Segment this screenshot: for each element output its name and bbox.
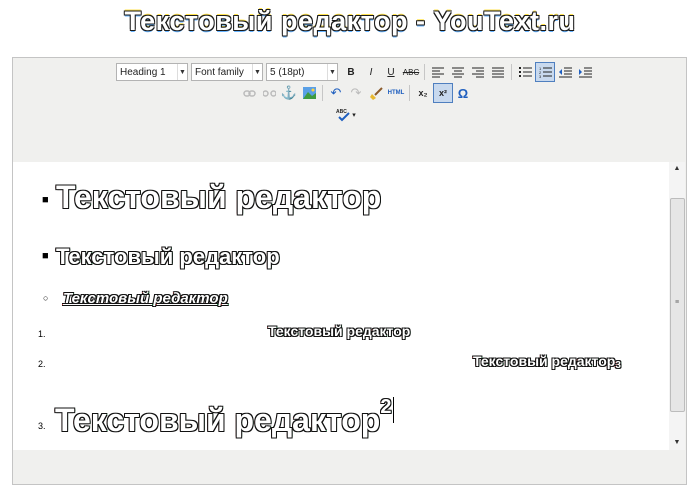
underline-button[interactable]: U [381,62,401,82]
bullet-marker: ○ [43,293,49,303]
subscript-text: 3 [615,360,621,371]
text-caret [393,397,395,423]
indent-icon [578,67,592,77]
align-left-icon [432,67,444,77]
font-size-select[interactable]: 5 (18pt) ▼ [266,63,338,81]
anchor-button[interactable]: ⚓ [279,83,299,103]
list-number: 3. [38,421,46,431]
cleanup-button[interactable] [366,83,386,103]
align-center-icon [452,67,464,77]
editor-statusbar [13,450,686,484]
bold-button[interactable]: B [341,62,361,82]
outdent-icon [558,67,572,77]
list-item: Текстовый редактор3 [473,353,621,371]
list-item: Текстовый редактор [56,179,382,215]
list-item: Текстовый редактор [268,323,411,339]
subscript-button[interactable]: x₂ [413,83,433,103]
toolbar-separator [409,85,410,101]
strikethrough-button[interactable]: ABC [401,62,421,82]
special-char-button[interactable]: Ω [453,83,473,103]
redo-icon: ↷ [350,85,362,100]
editor-content-area[interactable]: ■ Текстовый редактор ■ Текстовый редакто… [13,162,669,450]
broom-icon [369,86,383,100]
rich-text-editor: Heading 1 ▼ Font family ▼ 5 (18pt) ▼ B I… [12,57,687,485]
list-item-text: Текстовый редактор [473,353,616,369]
subscript-icon: x₂ [418,88,428,98]
bullet-list-icon [518,66,532,77]
chevron-down-icon: ▼ [327,64,337,80]
list-item-text: Текстовый редактор [55,402,381,438]
bullet-marker: ■ [42,250,49,262]
italic-icon: I [369,66,373,78]
toolbar-separator [322,85,323,101]
list-item: Текстовый редактор [56,244,280,269]
html-icon: HTML [387,90,405,96]
format-select[interactable]: Heading 1 ▼ [116,63,188,81]
undo-button[interactable]: ↶ [326,83,346,103]
scrollbar-thumb[interactable]: ≡ [670,198,685,412]
toolbar-row-3: ABC ▾ [336,105,358,125]
list-number: 2. [38,359,46,369]
spellcheck-button[interactable]: ABC [336,105,350,125]
numbered-list-icon: 123 [539,67,552,78]
superscript-icon: x² [438,88,447,98]
align-left-button[interactable] [428,62,448,82]
align-justify-button[interactable] [488,62,508,82]
align-justify-icon [492,67,504,77]
toolbar-row-1: Heading 1 ▼ Font family ▼ 5 (18pt) ▼ B I… [116,62,595,82]
format-select-value: Heading 1 [120,66,166,78]
spellcheck-icon: ABC [336,109,350,122]
align-right-button[interactable] [468,62,488,82]
redo-button[interactable]: ↷ [346,83,366,103]
superscript-text: 2 [380,396,392,418]
scroll-down-arrow-icon[interactable]: ▼ [669,436,685,450]
vertical-scrollbar[interactable]: ▲ ≡ ▼ [669,162,685,450]
link-button[interactable] [239,83,259,103]
insert-image-button[interactable] [299,83,319,103]
grip-icon: ≡ [675,299,680,306]
toolbar-separator [424,64,425,80]
chevron-down-icon: ▼ [177,64,187,80]
unlink-icon [262,89,276,97]
underline-icon: U [387,66,395,78]
font-family-select-value: Font family [195,66,244,78]
indent-button[interactable] [575,62,595,82]
anchor-icon: ⚓ [280,85,298,100]
unlink-button[interactable] [259,83,279,103]
list-item: Текстовый редактор [63,290,228,307]
bullet-marker: ■ [42,194,49,206]
list-number: 1. [38,329,46,339]
strikethrough-icon: ABC [402,67,420,77]
toolbar-separator [511,64,512,80]
numbered-list-button[interactable]: 123 [535,62,555,82]
spellcheck-dropdown[interactable]: ▾ [350,105,358,125]
html-source-button[interactable]: HTML [386,83,406,103]
toolbar-row-2: ⚓ ↶ ↷ HTML x₂ x² Ω [239,83,473,103]
omega-icon: Ω [457,85,469,101]
superscript-button[interactable]: x² [433,83,453,103]
chevron-down-icon: ▾ [352,112,356,119]
outdent-button[interactable] [555,62,575,82]
link-icon [242,89,256,97]
image-icon [302,87,316,99]
spellcheck-label: ABC [336,109,347,115]
font-size-select-value: 5 (18pt) [270,66,305,78]
font-family-select[interactable]: Font family ▼ [191,63,263,81]
bold-icon: B [347,66,355,78]
editor-toolbar: Heading 1 ▼ Font family ▼ 5 (18pt) ▼ B I… [13,58,686,126]
bullet-list-button[interactable] [515,62,535,82]
italic-button[interactable]: I [361,62,381,82]
list-item: Текстовый редактор2 [55,396,395,439]
svg-text:3: 3 [539,74,542,78]
align-center-button[interactable] [448,62,468,82]
chevron-down-icon: ▼ [252,64,262,80]
align-right-icon [472,67,484,77]
scroll-up-arrow-icon[interactable]: ▲ [669,162,685,176]
undo-icon: ↶ [330,85,342,100]
page-title: Текстовый редактор - YouText.ru [124,6,576,36]
